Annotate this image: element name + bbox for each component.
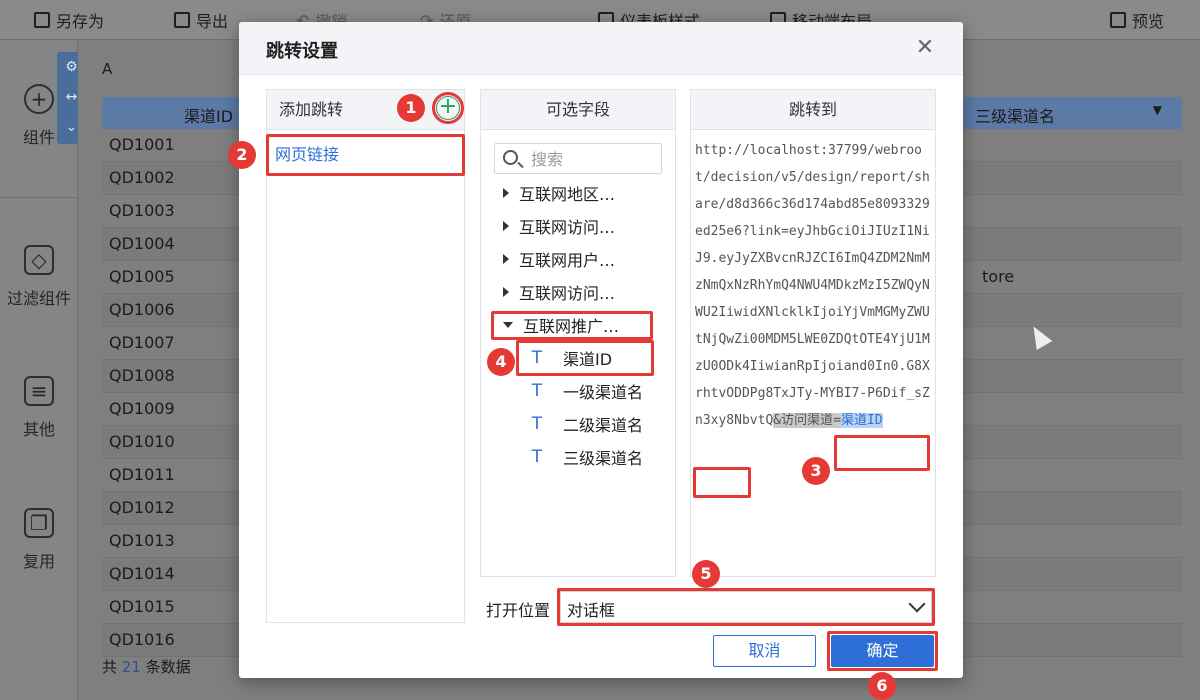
channel-id-cell: QD1003 xyxy=(109,201,175,220)
annotation-badge: 6 xyxy=(868,672,896,700)
search-icon xyxy=(503,150,518,165)
channel-id-cell: QD1001 xyxy=(109,135,175,154)
level3-channel-cell: tore xyxy=(982,267,1015,286)
caret-right-icon xyxy=(503,287,509,297)
close-icon[interactable]: ✕ xyxy=(913,36,937,60)
document-icon: ≡ xyxy=(24,376,54,406)
field-item-label: 一级渠道名 xyxy=(563,383,644,402)
jump-url-text: http://localhost:37799/webroot/decision/… xyxy=(695,143,930,428)
channel-id-cell: QD1014 xyxy=(109,564,175,583)
jump-url-editor[interactable]: http://localhost:37799/webroot/decision/… xyxy=(695,137,933,434)
dialog-header: 跳转设置 ✕ xyxy=(239,22,963,75)
text-field-icon: T xyxy=(531,381,543,401)
dialog-title: 跳转设置 xyxy=(266,41,338,62)
annotation-badge: 3 xyxy=(802,457,830,485)
sidebar-item-filter[interactable]: ◇ 过滤组件 xyxy=(0,245,78,309)
field-item-label: 二级渠道名 xyxy=(563,416,644,435)
sidebar-item-others[interactable]: ≡ 其他 xyxy=(0,376,78,440)
field-group[interactable]: 互联网用户… xyxy=(503,244,615,274)
cube-icon: ◇ xyxy=(24,245,54,275)
highlight-url-field xyxy=(693,467,751,498)
highlight-url-param xyxy=(834,435,930,471)
open-position-label: 打开位置 xyxy=(486,601,551,620)
preview-button[interactable]: 预览 xyxy=(1110,8,1164,32)
field-group-label: 互联网访问… xyxy=(519,284,616,303)
column-header-level3-channel[interactable]: 三级渠道名 xyxy=(975,103,1055,127)
row-count-prefix: 共 xyxy=(102,658,118,676)
caret-right-icon xyxy=(503,221,509,231)
field-group-label: 互联网地区… xyxy=(519,185,616,204)
url-field-chip[interactable]: 渠道ID xyxy=(840,413,883,428)
field-item-level3-channel[interactable]: T 三级渠道名 xyxy=(531,442,643,472)
widget-title: A xyxy=(102,60,113,78)
sidebar-divider xyxy=(0,197,78,198)
text-field-icon: T xyxy=(531,414,543,434)
save-icon xyxy=(34,12,50,28)
preview-label: 预览 xyxy=(1132,12,1165,31)
channel-id-cell: QD1010 xyxy=(109,432,175,451)
channel-id-cell: QD1006 xyxy=(109,300,175,319)
caret-down-icon[interactable]: ▼ xyxy=(1153,103,1162,117)
highlight-web-link xyxy=(266,134,465,176)
highlight-add-jump xyxy=(432,92,464,124)
sidebar-item-label: 过滤组件 xyxy=(6,289,71,308)
channel-id-cell: QD1011 xyxy=(109,465,175,484)
field-group-label: 互联网访问… xyxy=(519,218,616,237)
channel-id-cell: QD1008 xyxy=(109,366,175,385)
jump-target-header: 跳转到 xyxy=(691,90,935,130)
field-item-level2-channel[interactable]: T 二级渠道名 xyxy=(531,409,643,439)
channel-id-cell: QD1007 xyxy=(109,333,175,352)
jump-settings-dialog: 跳转设置 ✕ 添加跳转 + 网页链接 可选字段 互联网地区… 互联网访问… 互联… xyxy=(239,22,963,678)
channel-id-cell: QD1005 xyxy=(109,267,175,286)
field-item-level1-channel[interactable]: T 一级渠道名 xyxy=(531,376,643,406)
row-count-number: 21 xyxy=(121,658,141,676)
field-search-input[interactable] xyxy=(531,148,655,170)
copy-icon: ❐ xyxy=(24,508,54,538)
highlight-channel-id-field xyxy=(516,340,654,376)
field-group[interactable]: 互联网访问… xyxy=(503,211,615,241)
add-circle-icon: + xyxy=(24,84,54,114)
sidebar-item-reuse[interactable]: ❐ 复用 xyxy=(0,508,78,572)
channel-id-cell: QD1015 xyxy=(109,597,175,616)
column-header-channel-id[interactable]: 渠道ID xyxy=(184,103,233,127)
sidebar-item-label: 其他 xyxy=(22,420,55,439)
cancel-button[interactable]: 取消 xyxy=(713,635,816,667)
url-param-chip: &访问渠道= xyxy=(773,413,841,428)
channel-id-cell: QD1009 xyxy=(109,399,175,418)
caret-right-icon xyxy=(503,188,509,198)
export-button[interactable]: 导出 xyxy=(174,8,228,32)
row-count-suffix: 条数据 xyxy=(145,658,191,676)
channel-id-cell: QD1012 xyxy=(109,498,175,517)
channel-id-cell: QD1004 xyxy=(109,234,175,253)
save-as-label: 另存为 xyxy=(56,12,105,31)
text-field-icon: T xyxy=(531,447,543,467)
highlight-open-position xyxy=(557,588,935,626)
annotation-badge: 5 xyxy=(692,560,720,588)
channel-id-cell: QD1013 xyxy=(109,531,175,550)
highlight-ok-button xyxy=(827,631,938,671)
save-as-button[interactable]: 另存为 xyxy=(34,8,104,32)
field-group[interactable]: 互联网地区… xyxy=(503,178,615,208)
channel-id-cell: QD1016 xyxy=(109,630,175,649)
channel-id-cell: QD1002 xyxy=(109,168,175,187)
field-item-label: 三级渠道名 xyxy=(563,449,644,468)
sidebar-item-label: 复用 xyxy=(22,552,55,571)
export-label: 导出 xyxy=(196,12,229,31)
field-group-label: 互联网用户… xyxy=(519,251,616,270)
annotation-badge: 4 xyxy=(487,348,515,376)
caret-right-icon xyxy=(503,254,509,264)
monitor-icon xyxy=(1110,12,1126,28)
field-search-box[interactable] xyxy=(494,143,662,174)
annotation-badge: 1 xyxy=(397,94,425,122)
export-icon xyxy=(174,12,190,28)
fields-header: 可选字段 xyxy=(481,90,675,130)
field-group[interactable]: 互联网访问… xyxy=(503,277,615,307)
highlight-field-group xyxy=(491,311,653,340)
annotation-badge: 2 xyxy=(228,141,256,169)
row-count: 共 21 条数据 xyxy=(102,656,191,677)
